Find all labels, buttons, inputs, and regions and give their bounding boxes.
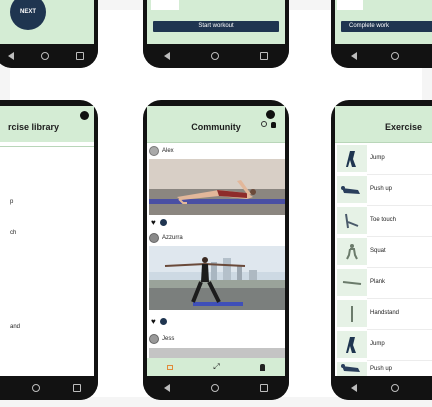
tab-expand-icon[interactable]: ⤢: [213, 363, 219, 371]
comment-icon[interactable]: [159, 318, 167, 325]
library-item[interactable]: p: [10, 199, 13, 205]
nav-home-icon[interactable]: [210, 52, 219, 60]
exercises-screen: Exercise Jump Push up Toe touch Squat Pl…: [335, 106, 432, 376]
header-divider: [147, 142, 285, 143]
android-nav-bar: [0, 376, 98, 400]
post-actions: ♥: [151, 318, 167, 326]
exercises-header: Exercise: [335, 106, 432, 142]
avatar[interactable]: [149, 334, 159, 344]
library-item[interactable]: and: [10, 324, 20, 330]
exercise-tile-pushup[interactable]: [337, 362, 367, 376]
post-username[interactable]: Azzurra: [162, 235, 183, 241]
nav-back-icon[interactable]: [163, 384, 170, 392]
next-circle: NEXT: [10, 0, 46, 30]
nav-home-icon[interactable]: [40, 52, 49, 60]
row-divider: [367, 236, 432, 237]
exercise-tile-jump[interactable]: [337, 331, 367, 358]
library-item[interactable]: ch: [10, 230, 16, 236]
comment-icon[interactable]: [159, 219, 167, 226]
android-nav-bar: [331, 376, 432, 400]
avatar[interactable]: [149, 233, 159, 243]
phone-top-center-screen: Start workout: [147, 0, 285, 44]
row-divider: [367, 360, 432, 361]
exercise-library-screen: rcise library p ch and: [0, 106, 94, 376]
bottom-tab-bar: ⤢: [147, 358, 285, 376]
header-divider: [335, 142, 432, 143]
heart-icon[interactable]: ♥: [151, 318, 156, 326]
tab-home-icon[interactable]: [167, 364, 174, 370]
nav-home-icon[interactable]: [210, 384, 219, 392]
exercise-name[interactable]: Toe touch: [370, 217, 396, 223]
android-nav-bar: [143, 44, 289, 68]
app-store-screenshot-strip: NEXT Start workout Complete work rcise l…: [0, 0, 432, 407]
avatar[interactable]: [149, 146, 159, 156]
phone-exercise-library: rcise library p ch and: [0, 100, 98, 400]
header-divider: [0, 146, 94, 147]
post-header: Jess: [149, 333, 174, 345]
post-username[interactable]: Jess: [162, 336, 174, 342]
exercise-tile-squat[interactable]: [337, 238, 367, 265]
android-nav-bar: [143, 376, 289, 400]
android-nav-bar: [331, 44, 432, 68]
exercise-name[interactable]: Push up: [370, 186, 392, 192]
android-nav-bar: [0, 44, 98, 68]
exercise-thumb: [151, 0, 179, 10]
exercise-tile-toe-touch[interactable]: [337, 207, 367, 234]
exercise-name[interactable]: Squat: [370, 248, 386, 254]
exercise-tile-handstand[interactable]: [337, 300, 367, 327]
phone-top-left: NEXT: [0, 0, 98, 68]
post-header: Azzurra: [149, 232, 183, 244]
row-divider: [367, 298, 432, 299]
exercise-name[interactable]: Jump: [370, 341, 385, 347]
nav-recent-icon[interactable]: [76, 52, 85, 60]
phone-top-right: Complete work: [331, 0, 432, 68]
camera-notch: [80, 111, 89, 120]
page-title: Community: [191, 122, 241, 132]
camera-notch: [266, 110, 275, 119]
community-screen: Community Alex ♥ Azzurra ♥ Jess ⤢: [147, 106, 285, 376]
exercise-name[interactable]: Handstand: [370, 310, 399, 316]
page-title: Exercise: [385, 122, 423, 132]
post-photo-partial[interactable]: [149, 348, 285, 358]
nav-recent-icon[interactable]: [260, 384, 269, 392]
exercise-tile-plank[interactable]: [337, 269, 367, 296]
nav-back-icon[interactable]: [351, 52, 357, 60]
nav-home-icon[interactable]: [391, 52, 399, 60]
tab-profile-icon[interactable]: [259, 363, 265, 371]
nav-home-icon[interactable]: [31, 384, 40, 392]
nav-back-icon[interactable]: [163, 52, 170, 60]
start-workout-button[interactable]: Start workout: [153, 21, 279, 32]
exercise-tile-jump[interactable]: [337, 145, 367, 172]
post-photo-plank[interactable]: [149, 159, 285, 215]
exercise-name[interactable]: Jump: [370, 155, 385, 161]
heart-icon[interactable]: ♥: [151, 219, 156, 227]
row-divider: [367, 205, 432, 206]
nav-recent-icon[interactable]: [260, 52, 269, 60]
post-photo-warrior[interactable]: [149, 246, 285, 310]
phone-top-center: Start workout: [143, 0, 289, 68]
nav-home-icon[interactable]: [391, 384, 399, 392]
exercise-tile-pushup[interactable]: [337, 176, 367, 203]
nav-recent-icon[interactable]: [73, 384, 82, 392]
post-header: Alex: [149, 145, 174, 157]
phone-exercises: Exercise Jump Push up Toe touch Squat Pl…: [331, 100, 432, 400]
profile-icon[interactable]: [271, 122, 276, 128]
page-title: rcise library: [8, 122, 60, 132]
row-divider: [367, 329, 432, 330]
phone-community: Community Alex ♥ Azzurra ♥ Jess ⤢: [143, 100, 289, 400]
exercise-name[interactable]: Push up: [370, 366, 392, 372]
post-username[interactable]: Alex: [162, 148, 174, 154]
exercise-name[interactable]: Plank: [370, 279, 385, 285]
nav-back-icon[interactable]: [351, 384, 357, 392]
exercise-thumb: [337, 0, 363, 10]
complete-workout-button[interactable]: Complete work: [341, 21, 432, 32]
search-icon[interactable]: [261, 121, 267, 127]
row-divider: [367, 267, 432, 268]
phone-top-left-screen: NEXT: [0, 0, 94, 44]
exercise-library-header: rcise library: [0, 106, 94, 142]
row-divider: [367, 174, 432, 175]
nav-back-icon[interactable]: [7, 52, 14, 60]
post-actions: ♥: [151, 219, 167, 227]
phone-top-right-screen: Complete work: [335, 0, 432, 44]
